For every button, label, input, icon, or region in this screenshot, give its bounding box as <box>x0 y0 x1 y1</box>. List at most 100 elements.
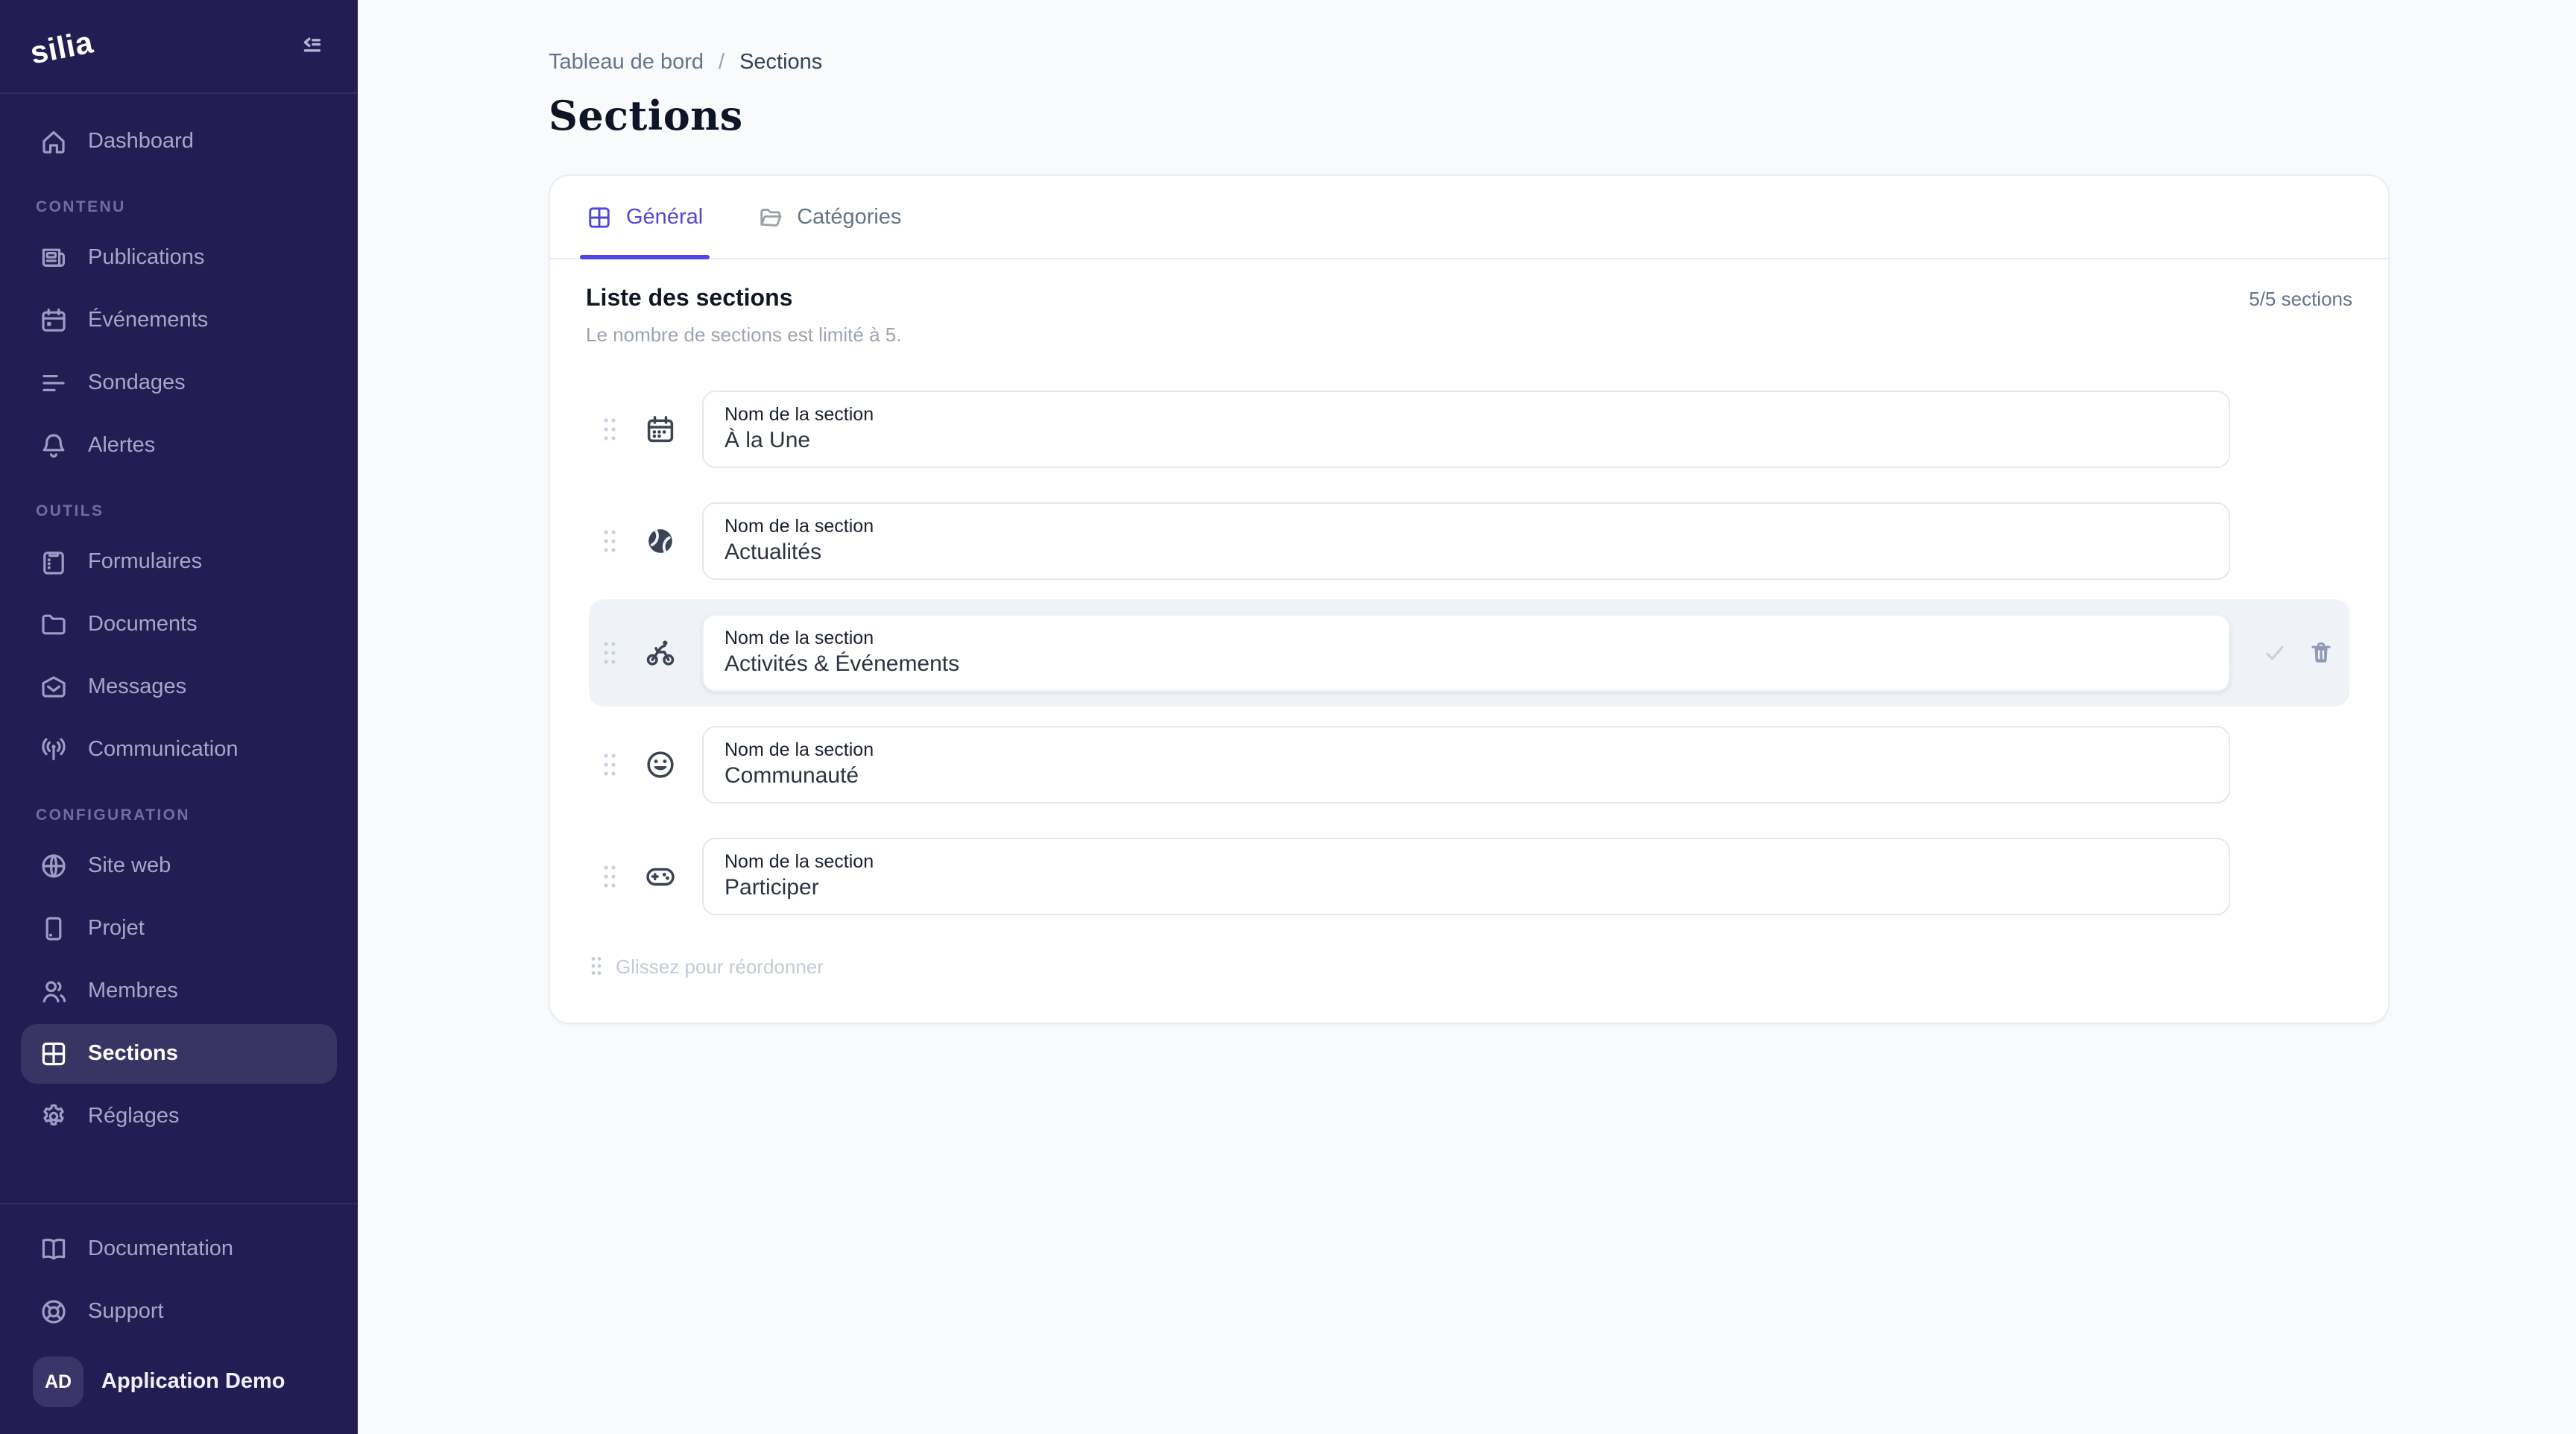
drag-handle[interactable] <box>601 526 619 556</box>
sidebar-footer: Documentation Support AD Application Demo <box>0 1203 358 1434</box>
lifebuoy-icon <box>39 1297 69 1327</box>
section-row: Nom de la section <box>589 599 2349 707</box>
gamepad-icon <box>644 860 677 893</box>
sidebar-nav: DashboardCONTENUPublicationsÉvénementsSo… <box>0 94 358 1203</box>
section-list: Nom de la section Nom de la section Nom de… <box>586 376 2352 930</box>
grid-icon <box>586 203 613 230</box>
sidebar-item-label: Alertes <box>88 434 155 458</box>
drag-hint: Glissez pour réordonner <box>586 954 2352 978</box>
sidebar-item-label: Communication <box>88 738 239 762</box>
main-content: Tableau de bord / Sections Sections Géné… <box>358 0 2576 1434</box>
nav-group-label-configuration: CONFIGURATION <box>36 806 322 824</box>
sidebar-item-messages[interactable]: Messages <box>21 657 337 717</box>
sidebar-item-label: Réglages <box>88 1105 180 1128</box>
drag-handle[interactable] <box>601 638 619 668</box>
section-name-field[interactable]: Nom de la section <box>702 726 2230 803</box>
sidebar-item-label: Messages <box>88 675 186 699</box>
sidebar-item-communication[interactable]: Communication <box>21 720 337 780</box>
list-title: Liste des sections <box>586 286 792 313</box>
sidebar-item-reglages[interactable]: Réglages <box>21 1087 337 1146</box>
device-icon <box>39 914 69 944</box>
grip-icon <box>601 638 619 668</box>
section-count-badge: 5/5 sections <box>2249 288 2352 310</box>
section-name-input[interactable] <box>724 540 2208 565</box>
sidebar: silia DashboardCONTENUPublicationsÉvénem… <box>0 0 358 1434</box>
sidebar-item-label: Projet <box>88 917 145 941</box>
sidebar-item-evenements[interactable]: Événements <box>21 291 337 350</box>
section-name-input[interactable] <box>724 428 2208 453</box>
section-row: Nom de la section <box>589 487 2349 595</box>
grip-icon <box>601 526 619 556</box>
check-icon <box>2261 639 2288 666</box>
smile-icon <box>644 748 677 781</box>
sidebar-item-label: Documentation <box>88 1237 233 1261</box>
sidebar-item-alertes[interactable]: Alertes <box>21 416 337 476</box>
sidebar-item-site-web[interactable]: Site web <box>21 836 337 896</box>
sidebar-item-label: Membres <box>88 979 178 1003</box>
broadcast-icon <box>39 735 69 765</box>
newspaper-icon <box>39 243 69 273</box>
section-name-field[interactable]: Nom de la section <box>702 502 2230 580</box>
globe-icon <box>39 851 69 881</box>
sidebar-item-membres[interactable]: Membres <box>21 961 337 1021</box>
mail-icon <box>39 672 69 702</box>
section-row: Nom de la section <box>589 823 2349 930</box>
earth-icon <box>644 525 677 558</box>
section-name-field[interactable]: Nom de la section <box>702 391 2230 468</box>
sidebar-item-label: Site web <box>88 854 171 878</box>
card-body: Liste des sections 5/5 sections Le nombr… <box>550 259 2388 1023</box>
brand-logo[interactable]: silia <box>28 25 96 72</box>
drag-handle[interactable] <box>601 414 619 444</box>
tab-bar: Général Catégories <box>550 176 2388 259</box>
section-name-input[interactable] <box>724 763 2208 789</box>
grip-icon <box>601 862 619 891</box>
delete-button[interactable] <box>2308 639 2334 666</box>
folder-icon <box>39 610 69 639</box>
tab-general[interactable]: Général <box>586 176 703 258</box>
sidebar-item-sondages[interactable]: Sondages <box>21 353 337 413</box>
nav-group-label-outils: OUTILS <box>36 502 322 520</box>
poll-icon <box>39 368 69 398</box>
app: silia DashboardCONTENUPublicationsÉvénem… <box>0 0 2576 1434</box>
sidebar-item-support[interactable]: Support <box>21 1282 337 1342</box>
collapse-sidebar-button[interactable] <box>295 26 331 66</box>
user-menu[interactable]: AD Application Demo <box>21 1348 337 1416</box>
sidebar-item-documentation[interactable]: Documentation <box>21 1219 337 1279</box>
avatar: AD <box>33 1356 83 1407</box>
sidebar-item-publications[interactable]: Publications <box>21 228 337 288</box>
grid-icon <box>39 1039 69 1069</box>
sidebar-item-dashboard[interactable]: Dashboard <box>21 112 337 171</box>
sidebar-header: silia <box>0 0 358 94</box>
bike-icon <box>644 637 677 669</box>
sidebar-item-label: Documents <box>88 613 198 637</box>
tab-label: Général <box>626 205 703 229</box>
section-name-input[interactable] <box>724 651 2208 677</box>
calendar-icon <box>39 306 69 335</box>
sidebar-item-label: Sondages <box>88 371 186 395</box>
page-title: Sections <box>549 94 2390 140</box>
row-actions <box>2261 639 2337 666</box>
sidebar-item-label: Publications <box>88 246 204 270</box>
sidebar-item-documents[interactable]: Documents <box>21 595 337 654</box>
bell-icon <box>39 431 69 461</box>
section-row: Nom de la section <box>589 376 2349 483</box>
drag-handle[interactable] <box>601 750 619 780</box>
section-name-field[interactable]: Nom de la section <box>702 838 2230 915</box>
users-icon <box>39 976 69 1006</box>
drag-hint-label: Glissez pour réordonner <box>616 955 824 977</box>
sections-card: Général Catégories Liste des sections 5/5… <box>549 174 2390 1024</box>
section-field-label: Nom de la section <box>724 739 2208 760</box>
tab-categories[interactable]: Catégories <box>757 176 901 258</box>
sidebar-item-formulaires[interactable]: Formulaires <box>21 532 337 592</box>
section-name-input[interactable] <box>724 875 2208 900</box>
drag-handle[interactable] <box>601 862 619 891</box>
sidebar-item-sections[interactable]: Sections <box>21 1024 337 1084</box>
section-row: Nom de la section <box>589 711 2349 818</box>
sidebar-item-projet[interactable]: Projet <box>21 899 337 958</box>
book-icon <box>39 1234 69 1264</box>
breadcrumb-separator: / <box>719 51 724 75</box>
confirm-button[interactable] <box>2261 639 2288 666</box>
section-name-field[interactable]: Nom de la section <box>702 614 2230 692</box>
breadcrumb-dashboard-link[interactable]: Tableau de bord <box>549 51 704 75</box>
home-icon <box>39 127 69 157</box>
